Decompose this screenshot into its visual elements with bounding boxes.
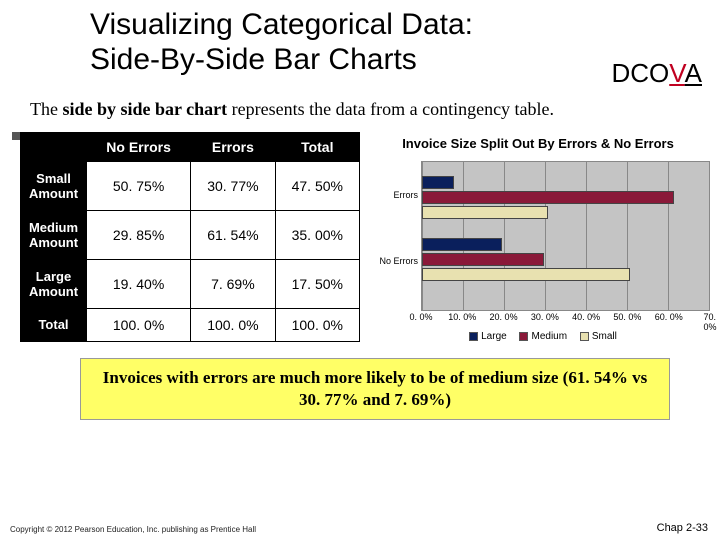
table-row: Medium Amount29. 85%61. 54%35. 00%	[21, 210, 360, 259]
bar-chart: Invoice Size Split Out By Errors & No Er…	[366, 132, 710, 342]
table-row: Small Amount50. 75%30. 77%47. 50%	[21, 162, 360, 211]
contingency-table: No Errors Errors Total Small Amount50. 7…	[20, 132, 360, 342]
bar-small	[422, 268, 630, 281]
bar-small	[422, 206, 548, 219]
table-row: Large Amount19. 40%7. 69%17. 50%	[21, 259, 360, 308]
table-row: Total100. 0%100. 0%100. 0%	[21, 308, 360, 341]
bullet-icon	[12, 132, 20, 140]
chart-legend: Large Medium Small	[366, 331, 710, 342]
callout-box: Invoices with errors are much more likel…	[80, 358, 670, 420]
bar-medium	[422, 253, 544, 266]
chart-title: Invoice Size Split Out By Errors & No Er…	[366, 132, 710, 161]
bar-large	[422, 176, 454, 189]
page-number: Chap 2-33	[657, 522, 708, 534]
bar-large	[422, 238, 502, 251]
copyright-text: Copyright © 2012 Pearson Education, Inc.…	[10, 525, 256, 534]
bar-medium	[422, 191, 674, 204]
dcova-label: DCOVA	[611, 58, 702, 89]
